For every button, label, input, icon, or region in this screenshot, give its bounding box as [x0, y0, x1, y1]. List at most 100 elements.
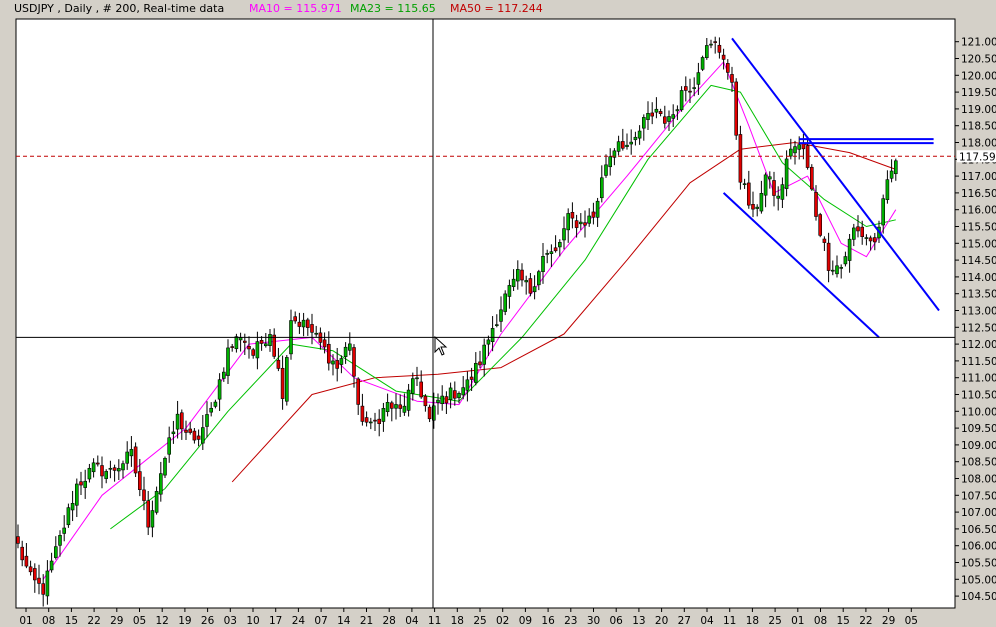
x-tick-label: 20	[655, 615, 668, 627]
candle-down	[184, 429, 188, 433]
price-chart[interactable]: 121.00 120.50 120.00 119.50 119.00 118.50 118.…	[0, 0, 996, 627]
y-tick-label: 112.00	[961, 339, 996, 351]
candle-up	[637, 130, 642, 139]
candle-up	[608, 156, 613, 168]
candle-up	[347, 343, 352, 351]
candle-up	[704, 45, 709, 58]
candle-down	[398, 404, 403, 409]
candle-down	[469, 376, 474, 380]
y-tick-label: 110.50	[961, 390, 996, 402]
x-tick-label: 21	[360, 615, 373, 627]
candle-up	[234, 336, 239, 350]
candle-down	[364, 417, 369, 423]
candle-up	[566, 213, 571, 231]
candle-up	[205, 414, 209, 427]
candle-down	[230, 346, 234, 348]
candle-up	[675, 109, 680, 112]
candle-down	[650, 112, 655, 117]
candle-up	[604, 164, 608, 176]
candle-up	[515, 269, 520, 282]
candle-down	[772, 180, 776, 196]
candle-up	[692, 87, 697, 89]
x-tick-label: 08	[42, 615, 55, 627]
candle-up	[121, 463, 125, 471]
y-tick-label: 113.00	[961, 306, 996, 318]
candle-down	[272, 334, 277, 357]
candle-down	[520, 269, 524, 281]
candle-down	[717, 44, 722, 53]
x-tick-label: 04	[405, 615, 419, 627]
ma23-label: MA23 = 115.65	[350, 2, 436, 15]
candle-down	[377, 418, 382, 424]
x-tick-label: 25	[473, 615, 486, 627]
candle-up	[255, 341, 260, 359]
current-price-label: 117.59	[959, 151, 996, 163]
candle-up	[562, 228, 566, 241]
candle-up	[209, 407, 213, 413]
candle-up	[532, 286, 537, 293]
candle-down	[28, 566, 33, 573]
candle-down	[856, 226, 860, 232]
candle-up	[541, 256, 545, 272]
candle-down	[452, 390, 457, 399]
candle-down	[20, 546, 25, 561]
candle-up	[150, 510, 155, 528]
candle-up	[66, 507, 71, 526]
candle-up	[587, 215, 592, 224]
candle-up	[671, 114, 676, 119]
candle-down	[335, 360, 340, 369]
y-tick-label: 108.50	[961, 457, 996, 469]
candle-down	[683, 86, 688, 91]
candle-up	[507, 285, 512, 297]
candle-up	[784, 158, 789, 189]
candle-up	[830, 269, 835, 272]
x-tick-label: 13	[632, 615, 645, 627]
candle-up	[889, 170, 894, 179]
x-tick-label: 01	[791, 615, 804, 627]
plot-area[interactable]	[15, 18, 956, 609]
candle-down	[310, 324, 314, 333]
candle-up	[410, 378, 415, 394]
candle-down	[868, 237, 873, 242]
candle-down	[180, 412, 184, 430]
y-tick-label: 109.00	[961, 440, 996, 452]
candle-down	[738, 134, 743, 183]
candle-up	[226, 347, 230, 376]
candle-up	[268, 334, 272, 346]
candle-down	[96, 462, 100, 465]
y-tick-label: 117.00	[961, 171, 996, 183]
candle-up	[415, 377, 419, 380]
candle-up	[557, 242, 562, 248]
candle-up	[843, 256, 848, 265]
y-tick-label: 112.50	[961, 322, 996, 334]
candle-up	[62, 527, 67, 534]
candle-up	[163, 457, 167, 476]
candle-up	[742, 183, 747, 186]
candle-down	[809, 166, 814, 190]
candle-up	[864, 237, 869, 239]
candle-up	[461, 387, 466, 396]
candle-down	[419, 381, 424, 398]
y-tick-label: 113.50	[961, 289, 996, 301]
x-tick-label: 09	[519, 615, 532, 627]
candle-up	[381, 408, 386, 422]
candle-down	[138, 471, 142, 490]
candle-up	[549, 251, 554, 254]
candle-up	[58, 535, 62, 546]
candle-down	[662, 116, 667, 124]
candle-up	[793, 146, 797, 154]
candle-up	[847, 238, 852, 261]
candle-up	[284, 357, 289, 402]
candle-down	[276, 359, 281, 369]
candle-up	[780, 184, 785, 200]
candle-down	[297, 321, 302, 327]
y-tick-label: 119.00	[961, 104, 996, 116]
candle-down	[860, 226, 865, 237]
x-tick-label: 16	[541, 615, 555, 627]
y-tick-label: 105.50	[961, 558, 996, 570]
candle-up	[755, 206, 760, 209]
candle-up	[394, 404, 398, 409]
candle-up	[885, 179, 890, 200]
x-tick-label: 30	[587, 615, 600, 627]
ma50-label: MA50 = 117.244	[450, 2, 543, 15]
